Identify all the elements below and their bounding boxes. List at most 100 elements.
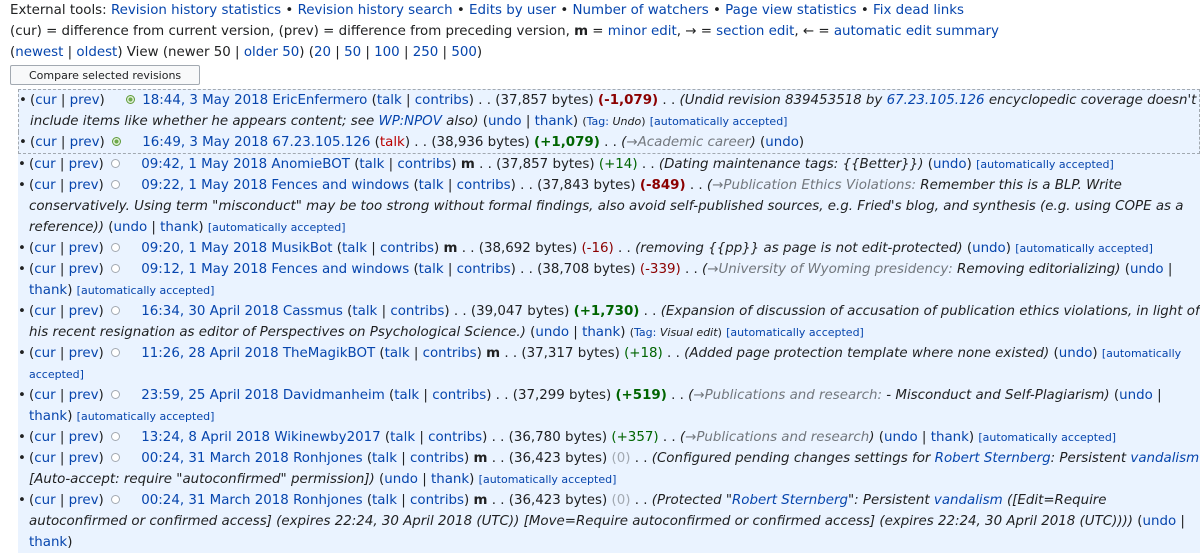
user-contribs-link[interactable]: contribs [423, 346, 477, 361]
old-revision-radio[interactable] [110, 305, 120, 315]
section-link[interactable]: →Academic career [626, 135, 750, 150]
user-talk-link[interactable]: talk [390, 430, 415, 445]
tool-link-revision-search[interactable]: Revision history search [298, 3, 453, 18]
auto-accepted-link[interactable]: [automatically accepted] [978, 431, 1116, 444]
user-talk-link[interactable]: talk [377, 93, 402, 108]
cur-link[interactable]: cur [34, 262, 55, 277]
thank-link[interactable]: thank [582, 325, 620, 340]
cur-link[interactable]: cur [34, 304, 55, 319]
old-revision-radio[interactable] [110, 179, 120, 189]
section-link[interactable]: →Publications and research [685, 430, 869, 445]
limit-50-link[interactable]: 50 [344, 45, 361, 60]
old-revision-radio[interactable] [110, 452, 120, 462]
prev-link[interactable]: prev [69, 388, 99, 403]
auto-accepted-link[interactable]: [automatically accepted] [1015, 242, 1153, 255]
user-talk-link[interactable]: talk [394, 388, 419, 403]
user-contribs-link[interactable]: contribs [410, 493, 464, 508]
undo-link[interactable]: undo [535, 325, 569, 340]
user-link[interactable]: MusikBot [271, 241, 332, 256]
revision-timestamp-link[interactable]: 16:49, 3 May 2018 [142, 135, 268, 150]
limit-500-link[interactable]: 500 [451, 45, 477, 60]
auto-accepted-link[interactable]: [automatically accepted] [976, 158, 1114, 171]
user-talk-link[interactable]: talk [372, 451, 397, 466]
cur-link[interactable]: cur [34, 451, 55, 466]
thank-link[interactable]: thank [431, 472, 469, 487]
undo-link[interactable]: undo [488, 114, 522, 129]
user-contribs-link[interactable]: contribs [415, 93, 469, 108]
user-link[interactable]: TheMagikBOT [283, 346, 375, 361]
user-link[interactable]: Davidmanheim [283, 388, 385, 403]
oldest-link[interactable]: oldest [76, 45, 117, 60]
user-contribs-link[interactable]: contribs [397, 157, 451, 172]
cur-link[interactable]: cur [34, 493, 55, 508]
auto-accepted-link[interactable]: [automatically accepted] [479, 473, 617, 486]
user-link[interactable]: Ronhjones [293, 493, 362, 508]
undo-link[interactable]: undo [113, 220, 147, 235]
auto-accepted-link[interactable]: [automatically accepted] [77, 410, 215, 423]
revision-timestamp-link[interactable]: 09:22, 1 May 2018 [141, 178, 267, 193]
revision-timestamp-link[interactable]: 09:12, 1 May 2018 [141, 262, 267, 277]
minor-edit-help-link[interactable]: minor edit [608, 24, 677, 39]
prev-link[interactable]: prev [69, 346, 99, 361]
prev-link[interactable]: prev [70, 135, 100, 150]
revision-timestamp-link[interactable]: 23:59, 25 April 2018 [141, 388, 278, 403]
cur-link[interactable]: cur [34, 430, 55, 445]
old-revision-radio[interactable] [110, 347, 120, 357]
auto-accepted-link[interactable]: [automatically accepted] [77, 284, 215, 297]
user-link[interactable]: EricEnfermero [272, 93, 367, 108]
undo-link[interactable]: undo [765, 135, 799, 150]
revision-timestamp-link[interactable]: 11:26, 28 April 2018 [141, 346, 278, 361]
tag-help-link[interactable]: Tag: [587, 115, 609, 128]
user-link[interactable]: Ronhjones [293, 451, 362, 466]
user-talk-link[interactable]: talk [372, 493, 397, 508]
prev-link[interactable]: prev [69, 262, 99, 277]
tag-help-link[interactable]: Tag: [634, 326, 656, 339]
summary-link[interactable]: Robert Sternberg [935, 451, 1051, 466]
prev-link[interactable]: prev [69, 304, 99, 319]
old-revision-radio[interactable] [110, 431, 120, 441]
tool-link-revision-stats[interactable]: Revision history statistics [111, 3, 281, 18]
user-link[interactable]: Fences and windows [271, 262, 409, 277]
user-link[interactable]: 67.23.105.126 [272, 135, 370, 150]
section-link[interactable]: →Publication Ethics Violations: [712, 178, 916, 193]
summary-link[interactable]: vandalism [1130, 451, 1199, 466]
user-contribs-link[interactable]: contribs [380, 241, 434, 256]
user-contribs-link[interactable]: contribs [410, 451, 464, 466]
user-contribs-link[interactable]: contribs [390, 304, 444, 319]
tool-link-pageviews[interactable]: Page view statistics [725, 3, 856, 18]
auto-accepted-link[interactable]: [automatically accepted] [726, 326, 864, 339]
undo-link[interactable]: undo [1119, 388, 1153, 403]
tool-link-dead-links[interactable]: Fix dead links [873, 3, 964, 18]
auto-accepted-link[interactable]: [automatically accepted] [650, 115, 788, 128]
cur-link[interactable]: cur [34, 157, 55, 172]
undo-link[interactable]: undo [884, 430, 918, 445]
user-contribs-link[interactable]: contribs [432, 388, 486, 403]
thank-link[interactable]: thank [29, 409, 67, 424]
older-50-link[interactable]: older 50 [244, 45, 299, 60]
summary-link[interactable]: Robert Sternberg [732, 493, 848, 508]
compare-revisions-button[interactable]: Compare selected revisions [10, 65, 201, 85]
user-contribs-link[interactable]: contribs [428, 430, 482, 445]
user-link[interactable]: Cassmus [283, 304, 343, 319]
cur-link[interactable]: cur [34, 178, 55, 193]
user-contribs-link[interactable]: contribs [457, 262, 511, 277]
newest-link[interactable]: newest [15, 45, 63, 60]
thank-link[interactable]: thank [160, 220, 198, 235]
prev-link[interactable]: prev [69, 157, 99, 172]
old-revision-radio[interactable] [110, 158, 120, 168]
revision-timestamp-link[interactable]: 09:42, 1 May 2018 [141, 157, 267, 172]
old-revision-radio[interactable] [110, 263, 120, 273]
thank-link[interactable]: thank [535, 114, 573, 129]
old-revision-radio[interactable] [110, 494, 120, 504]
tool-link-edits-by-user[interactable]: Edits by user [469, 3, 556, 18]
user-contribs-link[interactable]: contribs [457, 178, 511, 193]
cur-link[interactable]: cur [35, 93, 56, 108]
limit-100-link[interactable]: 100 [374, 45, 400, 60]
summary-link[interactable]: 67.23.105.126 [887, 93, 985, 108]
prev-link[interactable]: prev [69, 178, 99, 193]
limit-250-link[interactable]: 250 [413, 45, 439, 60]
user-link[interactable]: Wikinewby2017 [274, 430, 380, 445]
undo-link[interactable]: undo [384, 472, 418, 487]
section-link[interactable]: →Publications and research: [693, 388, 882, 403]
new-revision-radio[interactable] [111, 136, 121, 146]
